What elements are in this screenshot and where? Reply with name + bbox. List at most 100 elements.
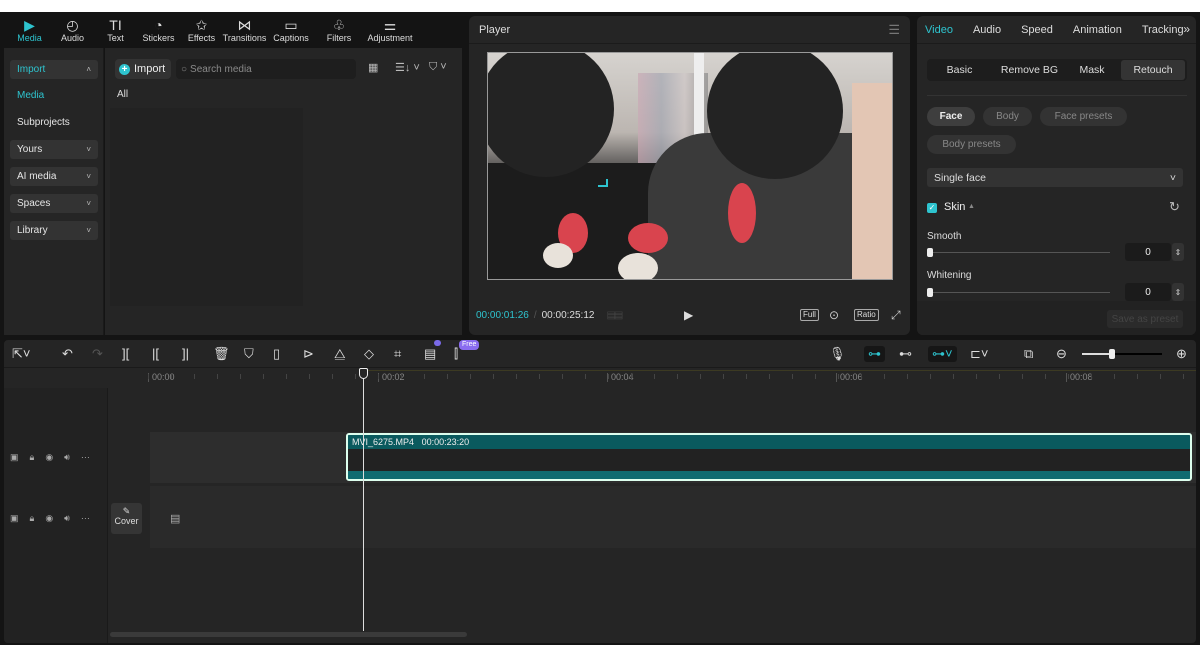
- import-button[interactable]: + Import: [115, 59, 171, 79]
- tab-tracking[interactable]: Tracking: [1142, 24, 1184, 36]
- lock-icon[interactable]: 🔒︎: [30, 513, 35, 524]
- subtab-mask[interactable]: Mask: [1067, 60, 1117, 80]
- smooth-value[interactable]: 0: [1125, 243, 1171, 261]
- tab-effects[interactable]: ✩ Effects: [180, 12, 223, 48]
- playhead-line[interactable]: [363, 369, 364, 631]
- tab-video[interactable]: Video: [925, 24, 953, 36]
- sidebar-spaces[interactable]: Spaces ˅: [10, 194, 98, 213]
- main-track-magnet-icon[interactable]: ⊶: [864, 346, 885, 362]
- track-header-main: ▣ 🔒︎ ◉ 🔊︎ ···: [4, 493, 108, 543]
- rotate-icon[interactable]: ◇: [364, 346, 374, 362]
- play-button[interactable]: ▶: [684, 308, 693, 322]
- sidebar-media[interactable]: Media: [17, 90, 44, 101]
- skin-checkbox[interactable]: ✓: [927, 203, 937, 213]
- fullscreen-icon[interactable]: ⤢: [891, 308, 901, 323]
- whitening-slider-knob[interactable]: [927, 288, 933, 297]
- tab-transitions[interactable]: ⋈ Transitions: [223, 12, 267, 48]
- filter-icon[interactable]: ⛉ ˅: [429, 61, 447, 74]
- smooth-slider-knob[interactable]: [927, 248, 933, 257]
- crop-icon[interactable]: ⌗: [394, 346, 401, 362]
- more-icon[interactable]: ···: [81, 452, 90, 462]
- subtab-retouch[interactable]: Retouch: [1121, 60, 1185, 80]
- subtab-remove-bg[interactable]: Remove BG: [992, 60, 1067, 80]
- linkage-icon[interactable]: ⊶˅: [928, 346, 957, 362]
- video-preview[interactable]: [487, 52, 893, 280]
- zoom-in-icon[interactable]: ⊕: [1176, 346, 1187, 362]
- sidebar-ai-media[interactable]: AI media ˅: [10, 167, 98, 186]
- search-input[interactable]: [190, 63, 341, 75]
- speed-icon[interactable]: ⊳: [303, 346, 314, 362]
- ratio-button[interactable]: Ratio: [854, 309, 879, 321]
- tab-media[interactable]: ▶ Media: [8, 12, 51, 48]
- volume-icon[interactable]: 🔊︎: [64, 513, 70, 524]
- sidebar-library[interactable]: Library ˅: [10, 221, 98, 240]
- undo-icon[interactable]: ↶: [62, 346, 73, 362]
- face-mode-select[interactable]: Single face ˅: [927, 168, 1183, 187]
- timeline-zoom-slider[interactable]: [1082, 349, 1162, 359]
- tab-filters[interactable]: ♧ Filters: [316, 12, 362, 48]
- volume-icon[interactable]: 🔊︎: [64, 452, 70, 463]
- track-type-icon[interactable]: ▣: [10, 513, 19, 524]
- split-icon[interactable]: ][: [122, 346, 129, 362]
- zoom-out-icon[interactable]: ⊖: [1056, 346, 1067, 362]
- chip-body-presets[interactable]: Body presets: [927, 135, 1016, 154]
- auto-caption-icon[interactable]: ▤: [424, 346, 436, 362]
- sidebar-import[interactable]: Import ˄: [10, 60, 98, 79]
- collapse-icon[interactable]: ▲: [968, 203, 975, 210]
- delete-icon[interactable]: 🗑︎: [213, 346, 230, 362]
- cover-button[interactable]: ✎ Cover: [111, 503, 142, 534]
- whitening-value[interactable]: 0: [1125, 283, 1171, 301]
- view-toggle-icon[interactable]: ▦: [368, 61, 378, 74]
- mirror-icon[interactable]: ⧋: [334, 346, 346, 362]
- sidebar-yours[interactable]: Yours ˅: [10, 140, 98, 159]
- more-icon[interactable]: ···: [81, 513, 90, 523]
- tab-text[interactable]: TI Text: [94, 12, 137, 48]
- eye-icon[interactable]: ◉: [45, 513, 53, 524]
- select-tool-icon[interactable]: ⇱˅: [12, 346, 30, 362]
- tab-animation[interactable]: Animation: [1073, 24, 1122, 36]
- sidebar-subprojects[interactable]: Subprojects: [17, 117, 70, 128]
- tab-audio[interactable]: ◴ Audio: [51, 12, 94, 48]
- lock-icon[interactable]: 🔒︎: [30, 452, 35, 463]
- redo-icon[interactable]: ↷: [92, 346, 103, 362]
- sort-icon[interactable]: ☰↓ ˅: [395, 61, 420, 74]
- horizontal-scrollbar[interactable]: [110, 632, 467, 637]
- marker-icon[interactable]: ⛉: [244, 346, 254, 362]
- tab-captions[interactable]: ▭ Captions: [266, 12, 316, 48]
- reset-icon[interactable]: ↻: [1169, 199, 1180, 215]
- menu-icon[interactable]: ☰: [888, 22, 900, 38]
- freeze-icon[interactable]: ▯: [273, 346, 280, 362]
- tab-adjustment[interactable]: ⚌ Adjustment: [362, 12, 418, 48]
- microphone-icon[interactable]: 🎙︎: [829, 346, 846, 362]
- auto-reframe-icon[interactable]: ⫿: [454, 346, 458, 362]
- more-tabs-icon[interactable]: »: [1183, 22, 1190, 36]
- subtab-basic[interactable]: Basic: [927, 60, 992, 80]
- zoom-preview-icon[interactable]: ⊙: [829, 308, 839, 322]
- whitening-slider[interactable]: [930, 292, 1110, 293]
- chip-body[interactable]: Body: [983, 107, 1032, 126]
- chip-face-presets[interactable]: Face presets: [1040, 107, 1127, 126]
- time-ruler[interactable]: 00:00 00:02 00:04 00:06 00:08: [108, 368, 1196, 388]
- filter-all-label[interactable]: All: [117, 89, 128, 100]
- tab-audio-inspector[interactable]: Audio: [973, 24, 1001, 36]
- transitions-icon: ⋈: [237, 17, 252, 33]
- smooth-slider[interactable]: [930, 252, 1110, 253]
- ruler-tick: [240, 374, 241, 379]
- track-type-icon[interactable]: ▣: [10, 452, 19, 463]
- eye-icon[interactable]: ◉: [45, 452, 53, 463]
- preview-axis-icon[interactable]: ⊏˅: [970, 346, 988, 362]
- save-as-preset-button[interactable]: Save as preset: [1107, 310, 1183, 328]
- video-clip[interactable]: MVI_6275.MP4 00:00:23:20: [346, 433, 1192, 481]
- full-button[interactable]: Full: [800, 309, 819, 321]
- auto-snap-icon[interactable]: ⊷: [899, 346, 912, 362]
- chip-face[interactable]: Face: [927, 107, 975, 126]
- whitening-stepper[interactable]: ⇕: [1172, 283, 1184, 301]
- playhead-handle[interactable]: [359, 368, 368, 379]
- zoom-slider-knob[interactable]: [1109, 349, 1116, 359]
- smooth-stepper[interactable]: ⇕: [1172, 243, 1184, 261]
- thumbnail-icon[interactable]: ⧉: [1024, 346, 1033, 362]
- split-left-icon[interactable]: |[: [152, 346, 159, 362]
- tab-speed[interactable]: Speed: [1021, 24, 1053, 36]
- tab-stickers[interactable]: ◔ Stickers: [137, 12, 180, 48]
- split-right-icon[interactable]: ]|: [182, 346, 189, 362]
